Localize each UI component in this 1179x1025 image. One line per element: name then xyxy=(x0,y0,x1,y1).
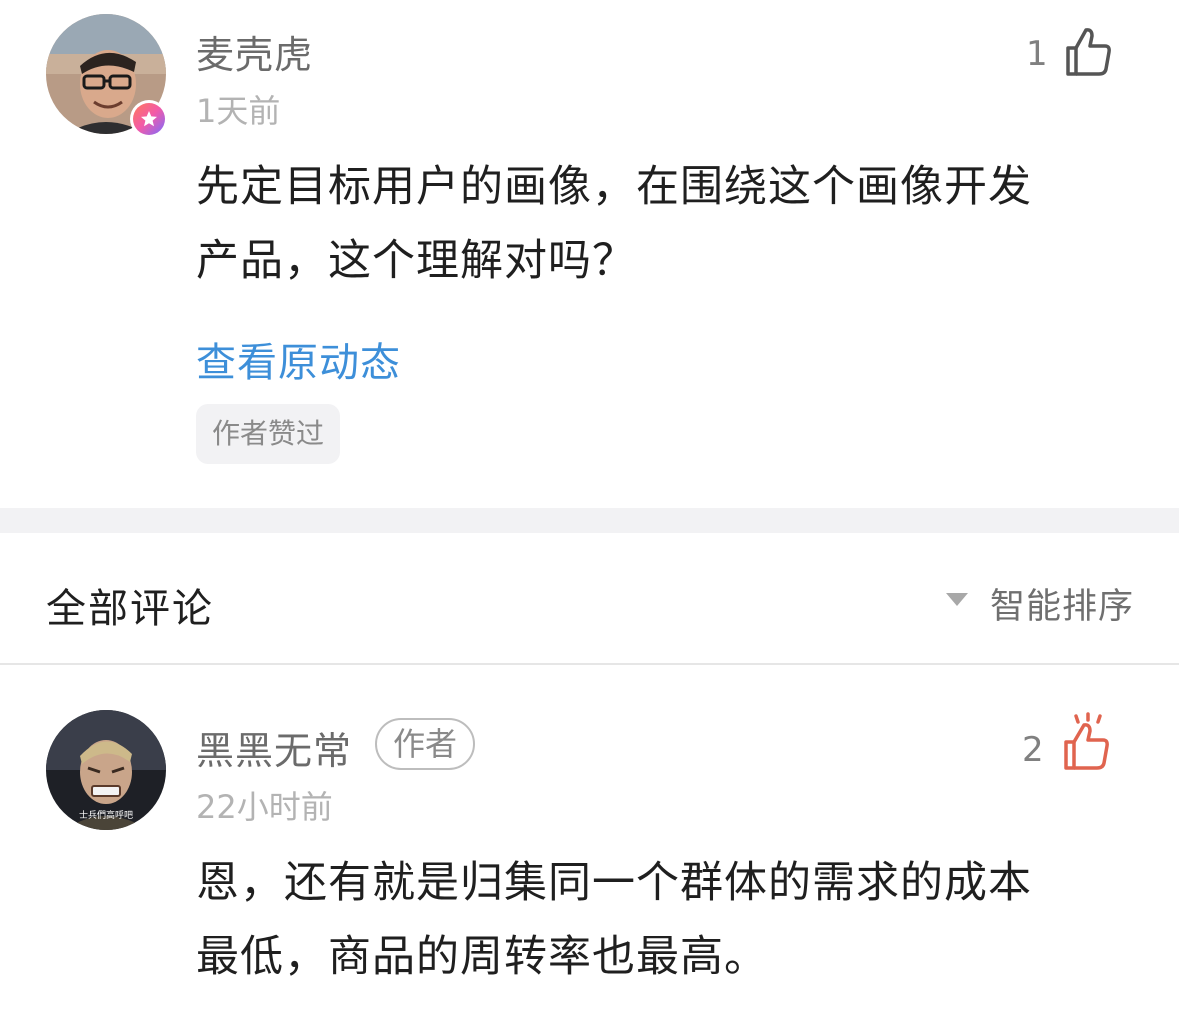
author-tag-badge: 作者 xyxy=(375,718,476,770)
reply-content-line-2: 最低，商品的周转率也最高。 xyxy=(196,932,768,982)
like-button[interactable] xyxy=(1062,26,1114,82)
comment-time: 1天前 xyxy=(196,92,281,130)
avatar-caption: 士兵們高呼吧 xyxy=(79,809,133,821)
header-divider xyxy=(0,663,1179,665)
section-divider xyxy=(0,508,1179,533)
comment-username[interactable]: 麦壳虎 xyxy=(196,24,313,79)
thumbs-up-icon xyxy=(1066,28,1111,76)
reply-username[interactable]: 黑黑无常 xyxy=(196,720,352,775)
comment-content-line-1: 先定目标用户的画像，在围绕这个画像开发 xyxy=(196,162,1032,212)
reply-like-button[interactable] xyxy=(1060,712,1118,778)
view-original-post-link[interactable]: 查看原动态 xyxy=(196,330,401,388)
caret-down-icon[interactable] xyxy=(946,593,968,606)
reply-time: 22小时前 xyxy=(196,788,333,826)
comment-content-line-2: 产品，这个理解对吗？ xyxy=(196,236,636,286)
reply-avatar[interactable]: 士兵們高呼吧 xyxy=(46,710,166,830)
thumbs-up-liked-icon xyxy=(1064,712,1109,770)
reply-content-line-1: 恩，还有就是归集同一个群体的需求的成本 xyxy=(196,858,1032,908)
sort-selector[interactable]: 智能排序 xyxy=(990,578,1134,629)
verified-badge-icon xyxy=(130,100,168,138)
author-liked-badge: 作者赞过 xyxy=(196,404,341,464)
like-count: 1 xyxy=(1026,34,1048,74)
all-comments-title: 全部评论 xyxy=(46,586,214,632)
reply-like-count: 2 xyxy=(1022,730,1044,770)
